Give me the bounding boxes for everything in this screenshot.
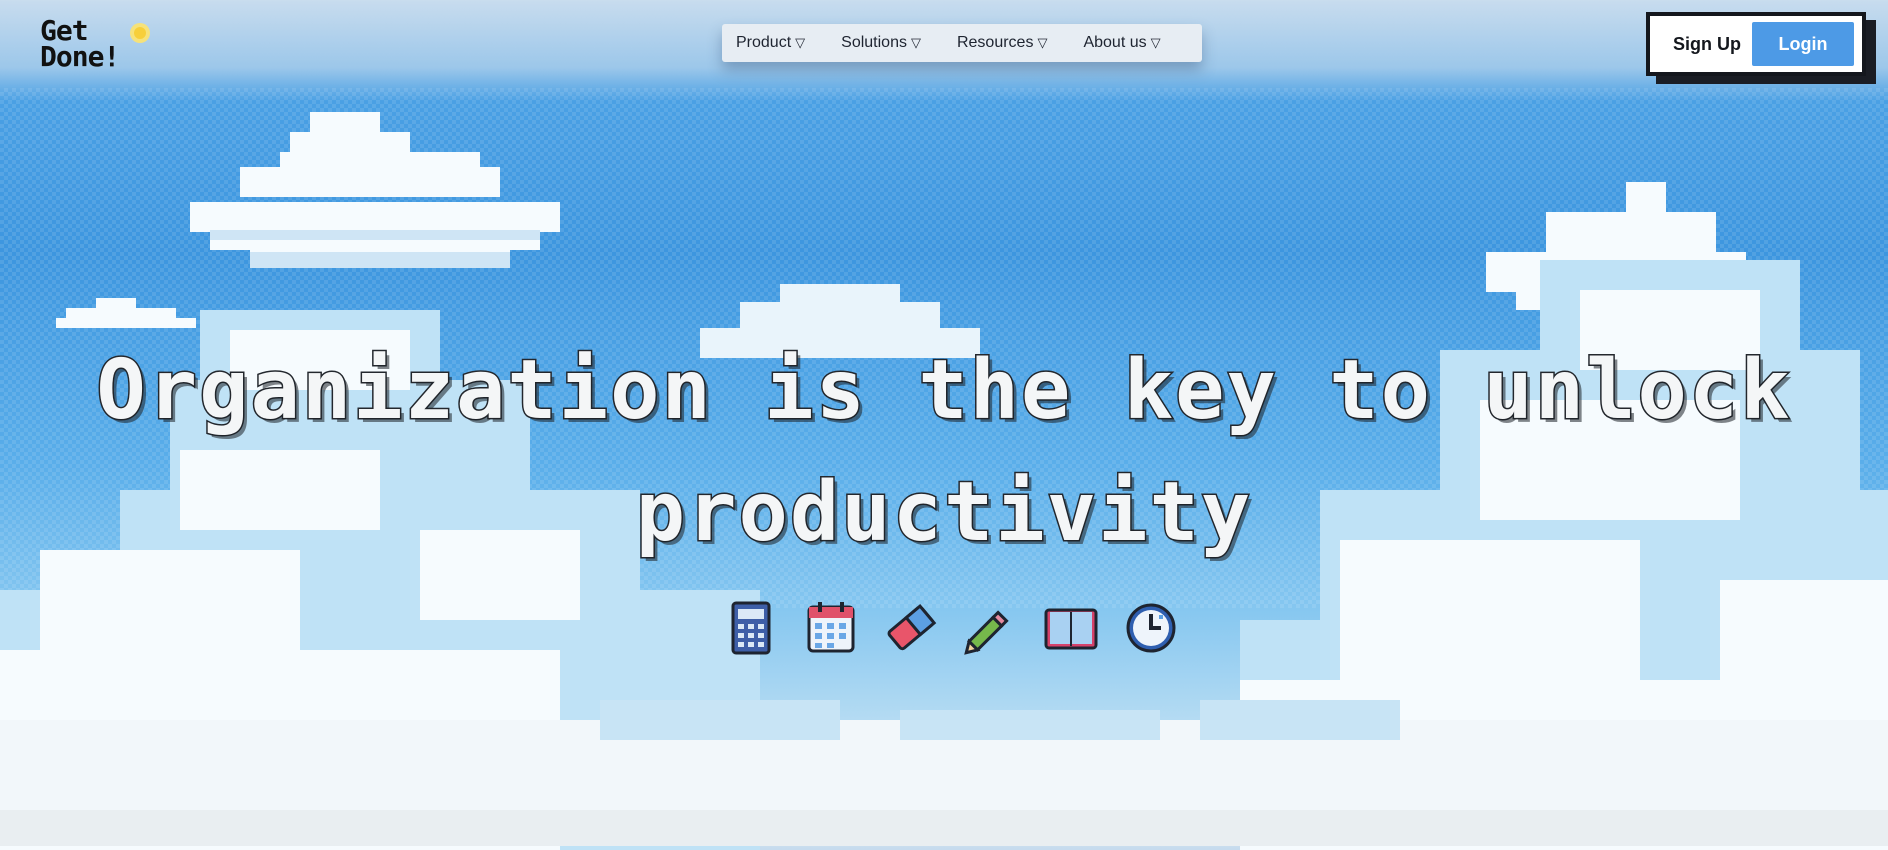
login-button[interactable]: Login (1752, 22, 1854, 66)
sign-up-button[interactable]: Sign Up (1662, 34, 1752, 55)
logo-line-2: Done! (40, 40, 120, 73)
auth-box: Sign Up Login (1646, 12, 1866, 76)
chevron-down-icon: ▽ (795, 35, 806, 50)
nav-item-label: Product (736, 34, 792, 51)
pencil-icon (964, 600, 1018, 656)
nav-item-resources[interactable]: Resources ▽ (957, 34, 1047, 52)
sun-icon (130, 23, 151, 43)
main-nav: Product ▽ Solutions ▽ Resources ▽ About … (722, 24, 1202, 62)
tool-icons-row (724, 600, 1178, 656)
nav-item-about-us[interactable]: About us ▽ (1083, 34, 1160, 52)
chevron-down-icon: ▽ (910, 35, 921, 50)
calculator-icon (724, 600, 778, 656)
eraser-icon (884, 600, 938, 656)
chevron-down-icon: ▽ (1037, 35, 1048, 50)
book-icon (1044, 600, 1098, 656)
headline-line-2: productivity (634, 464, 1253, 562)
headline-line-1: Organization is the key to unlock (95, 342, 1792, 440)
nav-item-label: Solutions (841, 34, 907, 51)
brand-logo[interactable]: Get Done! (40, 17, 151, 73)
cloud-bottom (0, 700, 1888, 846)
hero-headline: Organization is the key to unlock produc… (0, 330, 1888, 574)
clock-icon (1124, 600, 1178, 656)
cloud-top-left (190, 112, 560, 268)
logo-wordmark: Get Done! (40, 17, 120, 73)
calendar-icon (804, 600, 858, 656)
chevron-down-icon: ▽ (1150, 35, 1161, 50)
nav-item-label: About us (1083, 34, 1147, 51)
nav-item-product[interactable]: Product ▽ (736, 34, 805, 52)
nav-item-solutions[interactable]: Solutions ▽ (841, 34, 921, 52)
nav-item-label: Resources (956, 34, 1034, 51)
